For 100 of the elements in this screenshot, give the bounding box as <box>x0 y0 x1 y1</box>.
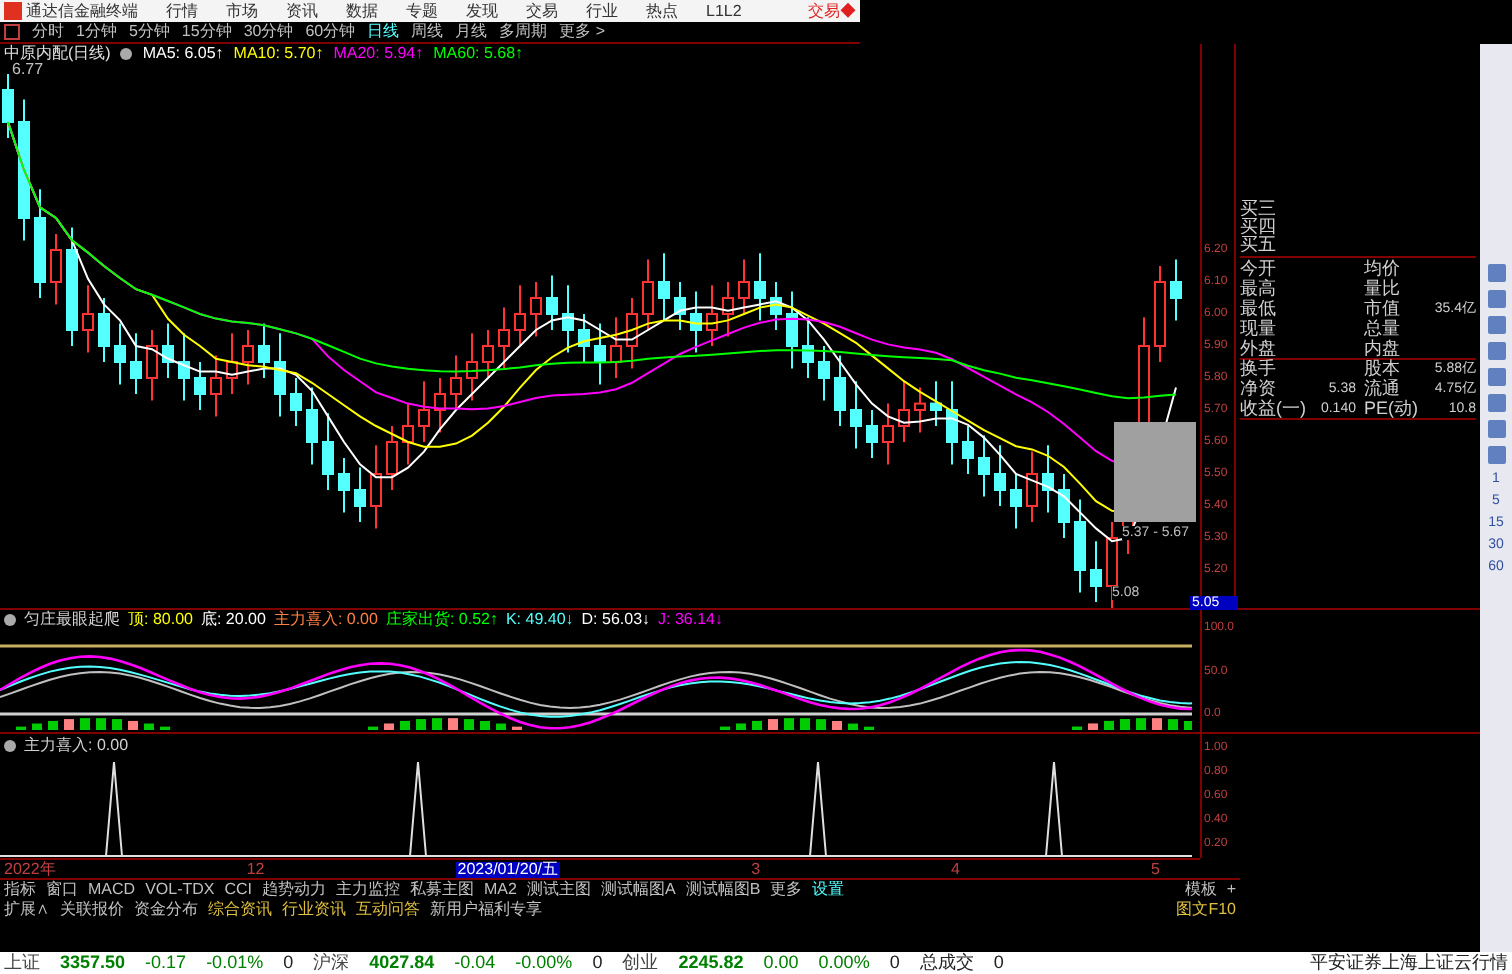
feed-label: 平安证券上海上证云行情 <box>1310 954 1508 972</box>
indicator-tab[interactable]: 设置 <box>812 882 845 898</box>
index-percent: -0.00% <box>515 954 573 972</box>
period-tab[interactable]: 30分钟 <box>243 24 294 40</box>
window-icon[interactable] <box>4 24 20 40</box>
period-tab[interactable]: 月线 <box>455 24 488 40</box>
indicator-title: 匀庄最眼起爬 <box>24 612 120 628</box>
quote-label: 今开 <box>1240 259 1278 277</box>
indicator-tab[interactable]: CCI <box>224 882 253 898</box>
menu-item[interactable]: 行业 <box>586 3 618 19</box>
info-tab[interactable]: 扩展∧ <box>4 902 50 918</box>
indicator-tab[interactable]: 测试幅图A <box>600 882 676 898</box>
menu-item[interactable]: 发现 <box>466 3 498 19</box>
period-tab[interactable]: 1分钟 <box>76 24 117 40</box>
index-change: -0.04 <box>454 954 496 972</box>
menu-item[interactable]: 热点 <box>646 3 678 19</box>
index-percent: -0.01% <box>206 954 264 972</box>
ma-value: MA5: 6.05↑ <box>142 45 224 61</box>
indicator-value: 庄家出货: 0.52↑ <box>385 612 498 628</box>
index-name: 创业 <box>622 954 659 972</box>
index-name: 沪深 <box>313 954 350 972</box>
period-tab[interactable]: 分时 <box>32 24 64 40</box>
indicator-tab[interactable]: 主力监控 <box>336 882 401 898</box>
total-value: 0 <box>993 954 1004 972</box>
quote-label: 市值 <box>1362 299 1402 317</box>
quote-label: 股本 <box>1362 360 1402 378</box>
quote-label: 最高 <box>1240 279 1278 297</box>
index-volume: 0 <box>592 954 603 972</box>
info-tab[interactable]: 新用户福利专享 <box>430 902 542 918</box>
info-tab[interactable]: 互动问答 <box>356 902 420 918</box>
indicator-tab[interactable]: 测试幅图B <box>685 882 761 898</box>
index-name: 上证 <box>4 954 40 972</box>
quote-label: 总量 <box>1362 319 1402 337</box>
range-box <box>1114 422 1196 522</box>
index-price: 3357.50 <box>60 954 126 972</box>
indicator-tab[interactable]: 窗口 <box>46 882 78 898</box>
ma-value: MA10: 5.70↑ <box>233 45 324 61</box>
period-tab[interactable]: 5分钟 <box>128 24 170 40</box>
index-volume: 0 <box>889 954 900 972</box>
indicator-tab[interactable]: 测试主图 <box>526 882 591 898</box>
indicator-tab[interactable]: 更多 <box>770 882 803 898</box>
high-price-label: 6.77 <box>12 62 44 78</box>
date-tick: 3 <box>751 861 761 877</box>
menu-item[interactable]: 数据 <box>346 3 378 19</box>
indicator-tab[interactable]: MA2 <box>484 882 517 898</box>
indicator-value: D: 56.03↓ <box>581 612 651 628</box>
f10-button[interactable]: 图文F10 <box>1176 902 1236 918</box>
template-button[interactable]: 模板 <box>1184 882 1217 898</box>
indicator-tab[interactable]: VOL-TDX <box>145 882 215 898</box>
quote-label: 量比 <box>1362 279 1402 297</box>
quote-label: 最低 <box>1240 299 1278 317</box>
info-tab[interactable]: 关联报价 <box>60 902 124 918</box>
indicator-value: 底: 20.00 <box>200 612 266 628</box>
index-change: -0.17 <box>145 954 187 972</box>
index-change: 0.00 <box>763 954 799 972</box>
period-tab[interactable]: 多周期 <box>499 24 548 40</box>
collapse-icon[interactable] <box>4 614 16 626</box>
quote-label: 均价 <box>1362 259 1402 277</box>
settings-icon[interactable] <box>120 47 133 59</box>
index-price: 4027.84 <box>369 954 435 972</box>
quote-label: 内盘 <box>1362 339 1402 357</box>
info-tab[interactable]: 综合资讯 <box>208 902 272 918</box>
indicator-value: 顶: 80.00 <box>128 612 193 628</box>
quote-label: 收益(一) <box>1240 399 1308 417</box>
ma-value: MA60: 5.68↑ <box>433 45 524 61</box>
menu-item[interactable]: 专题 <box>406 3 438 19</box>
menu-item[interactable]: 行情 <box>166 3 198 19</box>
index-price: 2245.82 <box>678 954 744 972</box>
period-tab[interactable]: 60分钟 <box>305 24 356 40</box>
quote-label: 换手 <box>1240 360 1278 378</box>
indicator-tab[interactable]: MACD <box>88 882 136 898</box>
indicator-tab[interactable]: 指标 <box>4 882 36 898</box>
collapse-icon[interactable] <box>4 740 16 752</box>
bid-label: 买三 <box>1240 200 1278 218</box>
indicator-value: J: 36.14↓ <box>658 612 723 628</box>
period-tab[interactable]: 更多 > <box>559 24 606 40</box>
menu-item[interactable]: 交易 <box>526 3 558 19</box>
period-tab[interactable]: 周线 <box>411 24 444 40</box>
info-tab[interactable]: 行业资讯 <box>282 902 346 918</box>
info-tab[interactable]: 资金分布 <box>134 902 198 918</box>
indicator-value: 主力喜入: 0.00 <box>273 612 378 628</box>
menu-item[interactable]: L1L2 <box>706 3 742 19</box>
bid-label: 买四 <box>1240 218 1278 236</box>
indicator-tab[interactable]: 私募主图 <box>410 882 475 898</box>
quote-label: PE(动) <box>1362 399 1420 417</box>
quote-label: 现量 <box>1240 319 1278 337</box>
index-percent: 0.00% <box>818 954 870 972</box>
bid-label: 买五 <box>1240 236 1278 254</box>
period-tab[interactable]: 15分钟 <box>181 24 232 40</box>
stock-name: 中原内配(日线) <box>4 45 111 61</box>
trade-button[interactable]: 交易◆ <box>808 3 856 19</box>
date-tick: 5 <box>1151 861 1160 877</box>
indicator-tab[interactable]: 趋势动力 <box>262 882 327 898</box>
menu-item[interactable]: 资讯 <box>286 3 318 19</box>
indicator-title: 主力喜入: 0.00 <box>24 738 129 754</box>
menu-item[interactable]: 市场 <box>226 3 258 19</box>
app-title: 通达信金融终端 <box>26 3 138 19</box>
index-volume: 0 <box>283 954 294 972</box>
add-button[interactable]: + <box>1226 882 1236 898</box>
period-tab[interactable]: 日线 <box>367 24 400 40</box>
